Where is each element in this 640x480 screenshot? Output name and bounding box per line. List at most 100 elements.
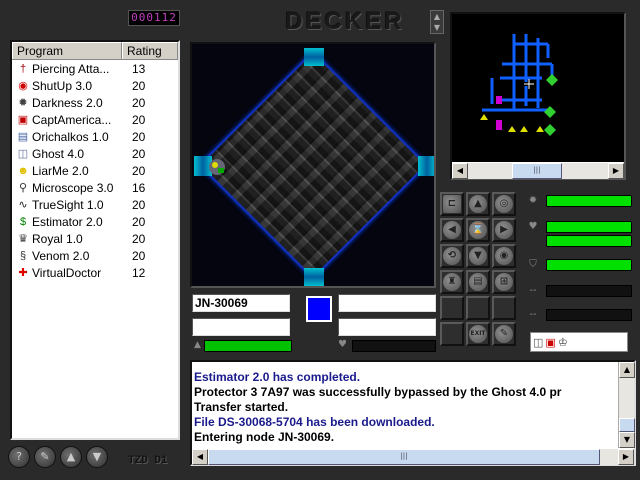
program-list[interactable]: Program Rating † Piercing Atta... 13 ◉ ShutU…: [10, 40, 180, 440]
column-header-rating[interactable]: Rating: [122, 42, 178, 59]
prev-program-button[interactable]: ⊏: [440, 192, 464, 216]
blank-status-icon-1: --: [529, 285, 537, 296]
program-rating: 20: [132, 231, 146, 246]
map-button[interactable]: ⊞: [492, 270, 516, 294]
map-horizontal-scrollbar[interactable]: ◀ ||| ▶: [452, 162, 624, 179]
program-rating: 20: [132, 163, 146, 178]
move-up-button[interactable]: ▲: [466, 192, 490, 216]
program-rating: 20: [132, 214, 146, 229]
column-header-program[interactable]: Program: [12, 42, 122, 59]
character-button[interactable]: ♜: [440, 270, 464, 294]
program-row[interactable]: ☻ LiarMe 2.0 20: [12, 162, 178, 179]
scroll-thumb[interactable]: |||: [512, 162, 562, 179]
log-message: File DS-30068-5704 has been downloaded.: [194, 415, 435, 429]
exit-button[interactable]: EXIT: [466, 322, 490, 346]
program-row[interactable]: † Piercing Atta... 13: [12, 60, 178, 77]
program-rating: 13: [132, 61, 146, 76]
arrow-up-icon: ▲: [194, 340, 201, 350]
program-name: Estimator 2.0: [32, 214, 103, 229]
program-row[interactable]: ✚ VirtualDoctor 12: [12, 264, 178, 281]
target-health-bar: [352, 340, 436, 352]
shield-status-bar: [546, 259, 632, 271]
empty-status-bar-1: [546, 285, 632, 297]
blank-button-4[interactable]: [440, 322, 464, 346]
crown-effect-icon: ♔: [557, 335, 568, 349]
program-rating: 20: [132, 248, 146, 263]
down-button[interactable]: ▼: [86, 446, 108, 468]
blank-button-3[interactable]: [492, 296, 516, 320]
shield-icon: ▣: [17, 114, 29, 126]
wait-button[interactable]: ⌛: [466, 218, 490, 242]
program-name: VirtualDoctor: [32, 265, 102, 280]
target-name-field: [338, 294, 436, 312]
log-message: Transfer started.: [194, 400, 289, 414]
log-message: Estimator 2.0 has completed.: [194, 370, 361, 384]
scroll-left-button[interactable]: ◀: [452, 162, 468, 179]
program-row[interactable]: ∿ TrueSight 1.0 20: [12, 196, 178, 213]
move-left-button[interactable]: ◀: [440, 218, 464, 242]
network-map-canvas: [480, 34, 558, 136]
blank-button-1[interactable]: [440, 296, 464, 320]
node-view[interactable]: [190, 42, 436, 288]
program-row[interactable]: $ Estimator 2.0 20: [12, 213, 178, 230]
status-row-2: ♥: [526, 220, 632, 234]
ghost-effect-icon: ◫: [533, 335, 544, 349]
info-button[interactable]: ?: [8, 446, 30, 468]
log-scroll-thumb-h[interactable]: |||: [208, 448, 600, 465]
scroll-track[interactable]: |||: [468, 162, 608, 179]
heart-status-icon: ♥: [528, 221, 538, 232]
program-row[interactable]: ◫ Ghost 4.0 20: [12, 145, 178, 162]
cycle-target-button[interactable]: ⟲: [440, 244, 464, 268]
log-scroll-track[interactable]: |||: [208, 448, 618, 465]
scroll-right-button[interactable]: ▶: [608, 162, 624, 179]
move-right-button[interactable]: ▶: [492, 218, 516, 242]
exit-button-label: EXIT: [469, 325, 487, 343]
blank-status-icon-2: --: [529, 309, 537, 320]
log-horizontal-scrollbar[interactable]: ◀ ||| ▶: [192, 448, 634, 465]
status-row-6: --: [526, 308, 632, 322]
program-rating: 20: [132, 78, 146, 93]
scan-button[interactable]: ◎: [492, 192, 516, 216]
up-button[interactable]: ▲: [60, 446, 82, 468]
program-rating: 20: [132, 197, 146, 212]
program-row[interactable]: ♛ Royal 1.0 20: [12, 230, 178, 247]
crown-icon: ♛: [18, 233, 28, 245]
config-button[interactable]: ✎: [492, 322, 516, 346]
status-row-4: ⛉: [526, 258, 632, 272]
blank-button-2[interactable]: [466, 296, 490, 320]
log-scroll-left-button[interactable]: ◀: [192, 448, 208, 465]
program-row[interactable]: ◉ ShutUp 3.0 20: [12, 77, 178, 94]
log-scroll-up-button[interactable]: ▲: [619, 362, 635, 378]
log-message: Entering node JN-30069.: [194, 430, 335, 444]
exit-port-bottom[interactable]: [304, 268, 324, 286]
options-toggle-button[interactable]: ▲ ▼: [430, 10, 444, 34]
program-rating: 20: [132, 112, 146, 127]
program-row[interactable]: ⚲ Microscope 3.0 16: [12, 179, 178, 196]
move-down-button[interactable]: ▼: [466, 244, 490, 268]
program-name: Royal 1.0: [32, 231, 83, 246]
program-row[interactable]: ✹ Darkness 2.0 20: [12, 94, 178, 111]
program-rating: 20: [132, 95, 146, 110]
program-row[interactable]: ▤ Orichalkos 1.0 20: [12, 128, 178, 145]
edit-button[interactable]: ✎: [34, 446, 56, 468]
log-scroll-down-button[interactable]: ▼: [619, 432, 635, 448]
physical-status-bar: [546, 235, 632, 247]
program-row[interactable]: ▣ CaptAmerica... 20: [12, 111, 178, 128]
network-map[interactable]: ◀ ||| ▶: [450, 12, 626, 180]
program-row[interactable]: § Venom 2.0 20: [12, 247, 178, 264]
log-scroll-right-button[interactable]: ▶: [618, 448, 634, 465]
log-vertical-scrollbar[interactable]: ▲ ▼: [618, 362, 635, 448]
mental-status-bar: [546, 221, 632, 233]
program-name: TrueSight 1.0: [32, 197, 104, 212]
deck-button[interactable]: ▤: [466, 270, 490, 294]
shield-status-icon: ⛉: [529, 259, 537, 270]
analyze-button[interactable]: ◉: [492, 244, 516, 268]
log-scroll-thumb[interactable]: [619, 418, 635, 432]
program-name: Ghost 4.0: [32, 146, 85, 161]
message-log[interactable]: Estimator 2.0 has completed. Protector 3 …: [190, 360, 636, 466]
exit-port-top[interactable]: [304, 48, 324, 66]
deck-status-bar: [546, 195, 632, 207]
program-name: Piercing Atta...: [32, 61, 110, 76]
wave-icon: ∿: [18, 199, 28, 211]
exit-port-right[interactable]: [418, 156, 434, 176]
